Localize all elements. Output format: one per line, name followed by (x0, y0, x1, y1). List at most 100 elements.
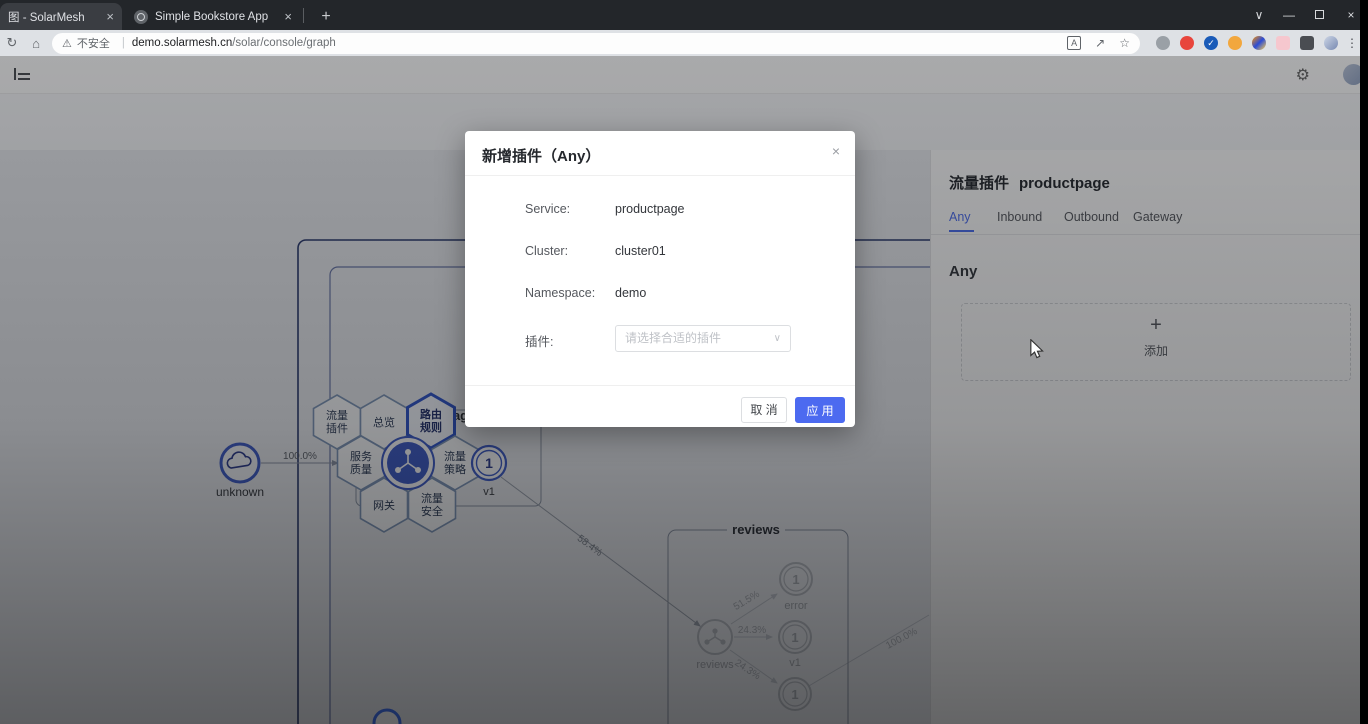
tab-any[interactable]: Any (949, 210, 971, 224)
window-chevron-icon[interactable]: ∨ (1242, 0, 1276, 30)
svg-text:规则: 规则 (420, 420, 442, 434)
bookmark-star-icon[interactable]: ☆ (1119, 36, 1130, 50)
node-label: v1 (483, 486, 495, 498)
panel-title: 流量插件productpage (949, 172, 1110, 193)
cancel-button[interactable]: 取 消 (741, 397, 787, 423)
browser-menu-icon[interactable]: ⋮ (1346, 36, 1358, 50)
edge-label: 24.3% (732, 658, 762, 683)
svg-text:安全: 安全 (421, 504, 443, 518)
extensions-puzzle-icon[interactable] (1300, 36, 1314, 50)
node-badge: 1 (791, 687, 798, 702)
cluster-label: Cluster: (525, 244, 568, 258)
url-bar[interactable]: ⚠ 不安全 | demo.solarmesh.cn /solar/console… (52, 33, 1140, 54)
profile-avatar[interactable] (1324, 36, 1338, 50)
home-icon[interactable]: ⌂ (24, 36, 48, 51)
details-node-partial[interactable] (374, 710, 400, 724)
share-icon[interactable]: ↗ (1095, 36, 1105, 50)
add-plugin-modal: 新增插件（Any） × Service: productpage Cluster… (465, 131, 855, 427)
tab-title: Simple Bookstore App (155, 11, 276, 23)
edge-label: 100.0% (884, 626, 919, 652)
tab-title: 图 - SolarMesh (8, 9, 98, 25)
browser-tab-bar: 图 - SolarMesh × Simple Bookstore App × +… (0, 0, 1368, 30)
gear-icon[interactable]: ⚙ (1296, 65, 1310, 85)
tab-close-icon[interactable]: × (284, 9, 292, 24)
window-minimize-icon[interactable]: — (1272, 0, 1306, 30)
tabs-divider (931, 234, 1368, 235)
browser-toolbar: ↻ ⌂ ⚠ 不安全 | demo.solarmesh.cn /solar/con… (0, 30, 1368, 56)
warning-icon: ⚠ (62, 37, 72, 50)
new-tab-button[interactable]: + (314, 5, 338, 29)
edge-label: 100.0% (283, 451, 317, 462)
url-separator: | (122, 37, 125, 49)
mouse-cursor (1029, 339, 1047, 359)
svg-text:路由: 路由 (420, 407, 442, 421)
node-badge: 1 (485, 455, 493, 471)
extension-red-icon[interactable] (1180, 36, 1194, 50)
extension-pink-icon[interactable] (1276, 36, 1290, 50)
node-label: unknown (216, 485, 264, 499)
apply-button[interactable]: 应 用 (795, 397, 845, 423)
add-plugin-dropzone[interactable]: + 添加 (961, 303, 1351, 381)
tab-divider (303, 8, 304, 23)
node-label: reviews (696, 659, 734, 671)
extension-check-icon[interactable]: ✓ (1204, 36, 1218, 50)
modal-header-divider (465, 175, 855, 176)
add-label: 添加 (962, 342, 1350, 359)
svg-text:流量: 流量 (421, 491, 443, 505)
tab-inbound[interactable]: Inbound (997, 210, 1042, 224)
translate-icon[interactable]: A (1067, 36, 1081, 50)
node-label: error (784, 600, 808, 612)
namespace-label: Namespace: (525, 286, 595, 300)
active-tab-underline (949, 230, 974, 232)
tab-bookstore[interactable]: Simple Bookstore App × (126, 3, 300, 30)
extension-emoji-icon[interactable] (1228, 36, 1242, 50)
plugin-label: 插件: (525, 331, 553, 350)
node-label: v1 (789, 657, 801, 669)
node-badge: 1 (792, 572, 799, 587)
plus-icon: + (962, 314, 1350, 337)
svg-text:流量: 流量 (326, 408, 348, 422)
svg-text:流量: 流量 (444, 449, 466, 463)
modal-title: 新增插件（Any） (482, 145, 600, 166)
edge-label: 24.3% (738, 625, 766, 636)
plugin-select[interactable]: 请选择合适的插件 ∨ (615, 325, 791, 352)
reviews-box-label: reviews (732, 522, 780, 537)
url-host: demo.solarmesh.cn (132, 37, 232, 49)
node-badge: 1 (791, 630, 798, 645)
url-path: /solar/console/graph (232, 37, 336, 49)
close-icon[interactable]: × (832, 143, 840, 159)
svg-text:总览: 总览 (373, 415, 395, 429)
tab-gateway[interactable]: Gateway (1133, 210, 1182, 224)
sidebar-collapse-icon[interactable] (14, 68, 30, 81)
edge-right-incoming (802, 615, 929, 690)
cluster-value: cluster01 (615, 244, 666, 258)
tab-solarmesh[interactable]: 图 - SolarMesh × (0, 3, 122, 30)
service-value: productpage (615, 202, 685, 216)
svg-text:网关: 网关 (373, 498, 395, 512)
extension-firefox-icon[interactable] (1252, 36, 1266, 50)
service-label: Service: (525, 202, 570, 216)
app-header: ⚙ (0, 56, 1368, 94)
svg-text:服务: 服务 (350, 450, 372, 463)
svg-text:质量: 质量 (350, 463, 372, 476)
window-maximize-icon[interactable] (1302, 0, 1336, 30)
edge-label: 51.5% (732, 589, 762, 613)
tab-close-icon[interactable]: × (106, 9, 114, 24)
tab-outbound[interactable]: Outbound (1064, 210, 1119, 224)
plugin-select-placeholder: 请选择合适的插件 (625, 331, 721, 345)
panel-service-name: productpage (1019, 175, 1110, 192)
chevron-down-icon: ∨ (774, 326, 781, 351)
edge-label: 58.4% (575, 533, 604, 559)
svg-text:策略: 策略 (444, 462, 466, 476)
namespace-value: demo (615, 286, 646, 300)
section-heading: Any (949, 263, 977, 280)
screen-edge-strip (1360, 0, 1368, 724)
traffic-plugin-panel: 流量插件productpage Any Inbound Outbound Gat… (930, 150, 1368, 724)
extension-clock-icon[interactable] (1156, 36, 1170, 50)
screen: 图 - SolarMesh × Simple Bookstore App × +… (0, 0, 1368, 724)
globe-favicon-icon (134, 10, 148, 24)
modal-footer-divider (465, 385, 855, 386)
reload-icon[interactable]: ↻ (0, 35, 24, 51)
security-label: 不安全 (77, 35, 110, 51)
svg-text:插件: 插件 (326, 421, 348, 435)
